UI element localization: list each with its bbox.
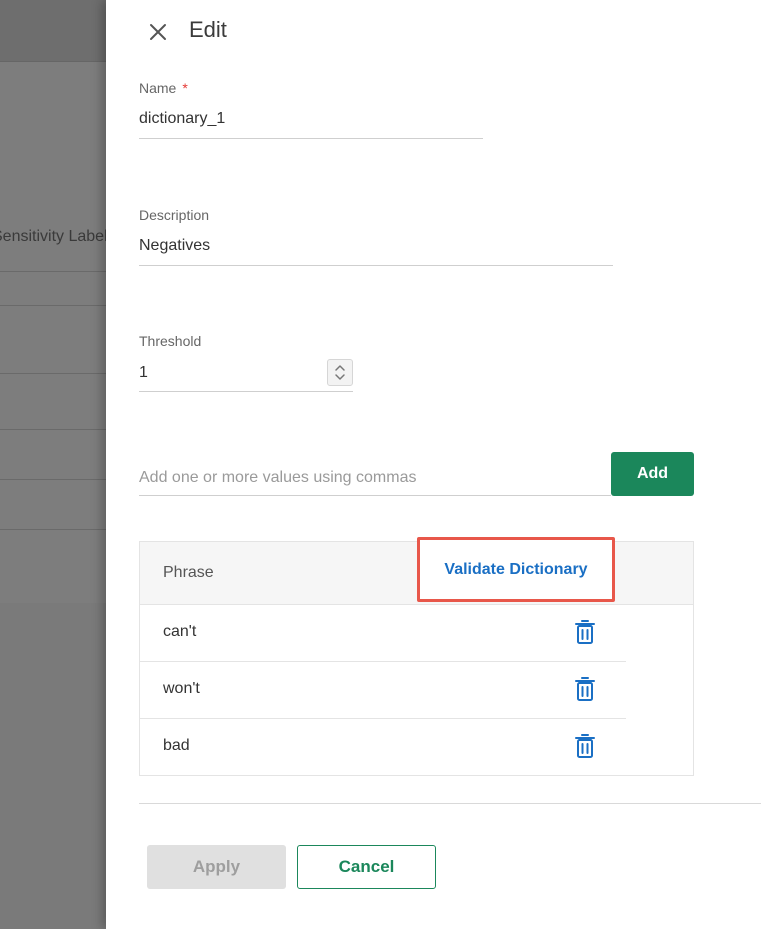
background-row-divider [0, 271, 106, 272]
description-label: Description [139, 207, 209, 223]
validate-highlight: Validate Dictionary [417, 537, 615, 602]
background-row-divider [0, 479, 106, 480]
delete-button[interactable] [574, 676, 596, 702]
trash-icon [574, 619, 596, 645]
trash-icon [574, 733, 596, 759]
name-field-underline [139, 138, 483, 139]
description-field[interactable]: Negatives [139, 237, 210, 255]
name-field[interactable]: dictionary_1 [139, 110, 225, 128]
edit-drawer: Edit Name * dictionary_1 Description Nega… [106, 0, 761, 929]
name-label-text: Name [139, 80, 176, 96]
phrase-cell: won't [163, 680, 200, 698]
drawer-title: Edit [189, 17, 227, 43]
threshold-label: Threshold [139, 333, 201, 349]
phrase-cell: bad [163, 737, 190, 755]
delete-button[interactable] [574, 733, 596, 759]
background-row-divider [0, 429, 106, 430]
apply-button[interactable]: Apply [147, 845, 286, 889]
background-column-label: Sensitivity Label [0, 228, 106, 246]
phrase-cell: can't [163, 623, 196, 641]
description-field-underline [139, 265, 613, 266]
trash-icon [574, 676, 596, 702]
table-row: can't [140, 605, 626, 662]
phrase-column-header: Phrase [163, 564, 214, 582]
name-label: Name * [139, 80, 188, 96]
footer-divider [139, 803, 761, 804]
table-header: Phrase Validate Dictionary [140, 542, 693, 605]
validate-dictionary-button[interactable]: Validate Dictionary [420, 540, 612, 599]
table-row: bad [140, 719, 626, 776]
background-header [0, 0, 106, 62]
cancel-button[interactable]: Cancel [297, 845, 436, 889]
chevron-up-down-icon [328, 360, 352, 385]
threshold-field[interactable]: 1 [139, 364, 148, 382]
required-mark: * [182, 80, 187, 96]
background-row-divider [0, 373, 106, 374]
close-button[interactable] [146, 20, 170, 44]
delete-button[interactable] [574, 619, 596, 645]
background-row-divider [0, 305, 106, 306]
table-row: won't [140, 662, 626, 719]
background-lower-area [0, 603, 106, 929]
values-input[interactable] [139, 466, 611, 490]
background-row-divider [0, 529, 106, 530]
threshold-stepper[interactable] [327, 359, 353, 386]
values-input-underline [139, 495, 611, 496]
add-button[interactable]: Add [611, 452, 694, 496]
background-page: Sensitivity Label [0, 0, 106, 929]
threshold-field-underline [139, 391, 353, 392]
phrase-table: Phrase Validate Dictionary can't won't [139, 541, 694, 776]
close-icon [146, 20, 170, 44]
